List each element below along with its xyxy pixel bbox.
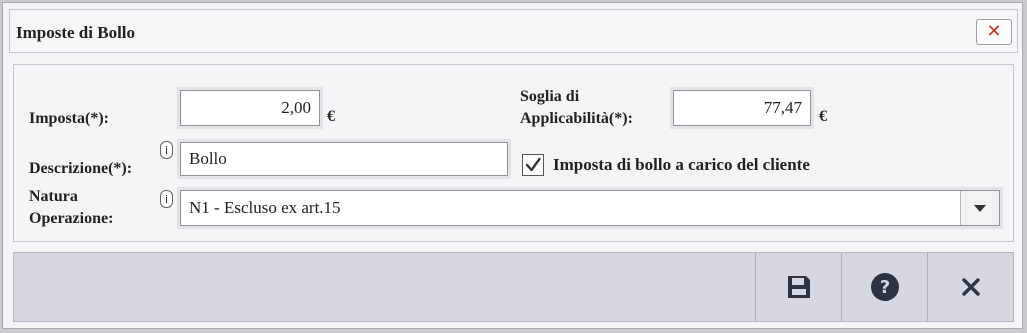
- save-button[interactable]: [755, 253, 841, 321]
- checkmark-icon: [525, 157, 541, 172]
- carico-cliente-checkbox[interactable]: [522, 154, 544, 176]
- imposta-label: Imposta(*):: [29, 110, 109, 127]
- window-close-button[interactable]: ✕: [976, 19, 1012, 45]
- descrizione-label: Descrizione(*):: [29, 160, 133, 177]
- descrizione-value: Bollo: [189, 149, 227, 168]
- descrizione-info-icon[interactable]: i: [160, 141, 173, 159]
- dialog-window: Imposte di Bollo ✕ Imposta(*): 2,00 € So…: [2, 2, 1023, 329]
- form-panel: Imposta(*): 2,00 € Soglia di Applicabili…: [13, 64, 1014, 242]
- natura-value: N1 - Escluso ex art.15: [189, 198, 341, 217]
- title-bar: Imposte di Bollo ✕: [9, 9, 1018, 53]
- imposta-input[interactable]: 2,00: [180, 90, 320, 126]
- natura-select[interactable]: N1 - Escluso ex art.15: [180, 190, 1000, 226]
- natura-label-line2: Operazione:: [29, 210, 114, 227]
- descrizione-input[interactable]: Bollo: [180, 142, 508, 176]
- close-icon: ✕: [986, 21, 1002, 42]
- close-icon: [961, 278, 980, 296]
- soglia-currency: €: [819, 108, 827, 125]
- natura-info-icon[interactable]: i: [160, 190, 173, 208]
- help-button[interactable]: ?: [841, 253, 927, 321]
- carico-cliente-label: Imposta di bollo a carico del cliente: [553, 155, 810, 174]
- svg-text:?: ?: [879, 277, 889, 298]
- soglia-label-line1: Soglia di: [520, 88, 580, 105]
- caret-down-icon: [974, 204, 986, 212]
- soglia-input[interactable]: 77,47: [673, 90, 811, 126]
- soglia-value: 77,47: [763, 98, 802, 117]
- save-icon: [787, 276, 810, 298]
- dropdown-toggle[interactable]: [960, 191, 999, 225]
- help-icon: ?: [870, 273, 899, 301]
- cancel-button[interactable]: [927, 253, 1013, 321]
- dialog-title: Imposte di Bollo: [16, 23, 136, 42]
- soglia-label-line2: Applicabilità(*):: [520, 110, 633, 127]
- natura-label-line1: Natura: [29, 188, 78, 205]
- action-toolbar: ?: [13, 252, 1014, 322]
- imposta-currency: €: [327, 108, 335, 125]
- imposta-value: 2,00: [281, 98, 311, 117]
